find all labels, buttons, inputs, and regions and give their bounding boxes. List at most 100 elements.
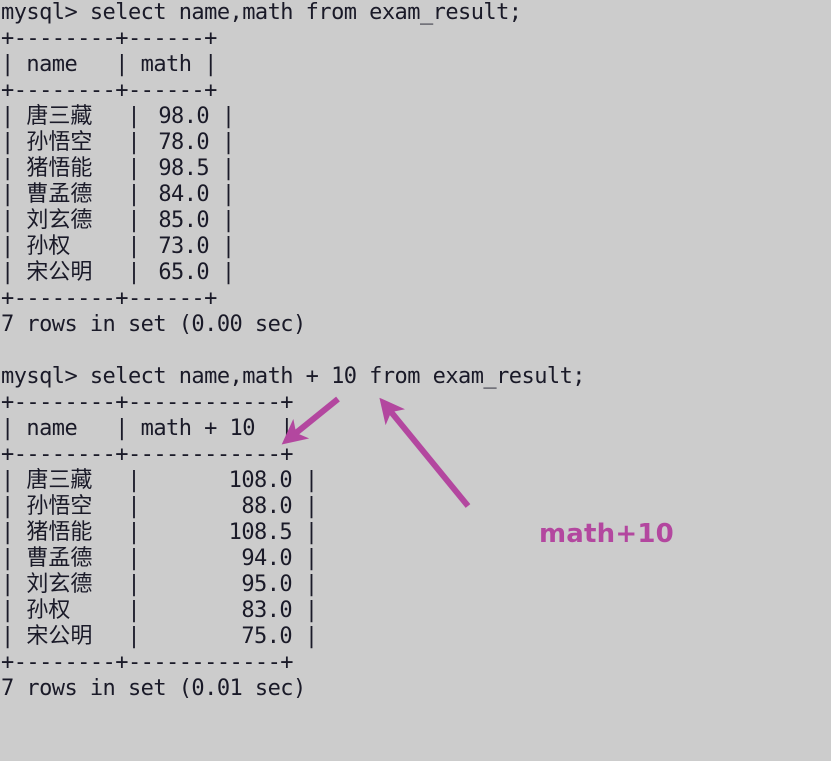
row-border-left: |: [1, 182, 14, 207]
cell-name: 宋公明: [26, 260, 93, 285]
cell-value: 95.0: [241, 572, 293, 597]
row-pad: [209, 234, 222, 260]
row-pad: [14, 624, 27, 650]
row-border-left: |: [1, 598, 14, 623]
table-row: | 曹孟德 | 94.0 |: [0, 546, 831, 572]
cell-name: 唐三藏: [26, 468, 93, 493]
table-separator-mid: +--------+------+: [1, 78, 217, 103]
cell-value: 83.0: [241, 598, 293, 623]
row-pad: [14, 182, 27, 208]
row-border-right: |: [221, 104, 235, 129]
row-border-right: |: [221, 182, 235, 207]
row-border-mid: |: [127, 104, 141, 129]
table-row: | 宋公明 | 75.0 |: [0, 624, 831, 650]
row-border-mid: |: [127, 260, 141, 285]
cell-value: 78.0: [158, 130, 210, 155]
terminal-output: mysql> select name,math from exam_result…: [0, 0, 831, 761]
cell-name: 孙悟空: [26, 130, 93, 155]
row-pad: [292, 468, 305, 494]
row-border-mid: |: [127, 130, 141, 155]
row-border-right: |: [221, 156, 235, 181]
row-pad: [209, 182, 222, 208]
row-pad: [209, 130, 222, 156]
row-border-left: |: [1, 520, 14, 545]
cell-name: 曹孟德: [26, 182, 93, 207]
row-border-mid: |: [127, 468, 141, 493]
row-border-mid: |: [127, 208, 141, 233]
row-border-left: |: [1, 260, 14, 285]
row-pad: [14, 234, 27, 260]
table-separator-top: +--------+------+: [1, 26, 217, 51]
cell-value: 84.0: [158, 182, 210, 207]
row-border-mid: |: [127, 494, 141, 519]
cell-value: 98.5: [158, 156, 210, 181]
row-border-left: |: [1, 546, 14, 571]
table-row: | 刘玄德 | 95.0 |: [0, 572, 831, 598]
row-border-right: |: [304, 494, 318, 519]
row-pad: [14, 208, 27, 234]
cell-value: 85.0: [158, 208, 210, 233]
cell-value: 73.0: [158, 234, 210, 259]
result-status-line: 7 rows in set (0.00 sec): [1, 312, 306, 337]
cell-value: 108.5: [228, 520, 293, 545]
table-row: | 孙悟空 | 78.0 |: [0, 130, 831, 156]
row-border-left: |: [1, 156, 14, 181]
table-header-row: | name | math |: [1, 52, 217, 77]
result-status-line: 7 rows in set (0.01 sec): [1, 676, 306, 701]
cell-name: 宋公明: [26, 624, 93, 649]
table-row: | 刘玄德 | 85.0 |: [0, 208, 831, 234]
row-border-right: |: [304, 520, 318, 545]
row-border-right: |: [221, 234, 235, 259]
row-pad: [292, 546, 305, 572]
row-pad: [292, 494, 305, 520]
cell-value: 98.0: [158, 104, 210, 129]
table-separator-top: +--------+------------+: [1, 390, 294, 415]
cell-name: 唐三藏: [26, 104, 93, 129]
table-header-row: | name | math + 10 |: [1, 416, 294, 441]
row-pad: [14, 468, 27, 494]
row-pad: [14, 104, 27, 130]
row-border-left: |: [1, 208, 14, 233]
row-pad: [292, 624, 305, 650]
row-border-right: |: [221, 260, 235, 285]
row-border-left: |: [1, 624, 14, 649]
cell-value: 65.0: [158, 260, 210, 285]
annotation-label-math-plus-10: math+10: [539, 519, 674, 549]
table-row: | 唐三藏 | 108.0 |: [0, 468, 831, 494]
row-border-mid: |: [127, 624, 141, 649]
row-pad: [209, 104, 222, 130]
table-separator-bottom: +--------+------+: [1, 286, 217, 311]
row-border-left: |: [1, 234, 14, 259]
row-border-right: |: [304, 624, 318, 649]
table-row: | 猪悟能 | 98.5 |: [0, 156, 831, 182]
row-pad: [14, 520, 27, 546]
cell-name: 刘玄德: [26, 208, 93, 233]
row-pad: [14, 494, 27, 520]
row-border-right: |: [304, 468, 318, 493]
cell-value: 75.0: [241, 624, 293, 649]
table-row: | 孙权 | 83.0 |: [0, 598, 831, 624]
row-border-mid: |: [127, 156, 141, 181]
table-separator-bottom: +--------+------------+: [1, 650, 294, 675]
row-border-right: |: [221, 130, 235, 155]
query-line: mysql> select name,math from exam_result…: [1, 0, 522, 25]
row-border-left: |: [1, 572, 14, 597]
row-pad: [14, 130, 27, 156]
row-pad: [292, 598, 305, 624]
table-row: | 曹孟德 | 84.0 |: [0, 182, 831, 208]
row-border-mid: |: [127, 598, 141, 623]
cell-name: 刘玄德: [26, 572, 93, 597]
row-pad: [209, 260, 222, 286]
row-border-mid: |: [127, 234, 141, 259]
table-separator-mid: +--------+------------+: [1, 442, 294, 467]
cell-name: 孙悟空: [26, 494, 93, 519]
row-pad: [209, 156, 222, 182]
cell-value: 94.0: [241, 546, 293, 571]
row-pad: [14, 260, 27, 286]
cell-name: 曹孟德: [26, 546, 93, 571]
cell-value: 108.0: [228, 468, 293, 493]
row-border-right: |: [304, 572, 318, 597]
row-pad: [292, 572, 305, 598]
row-border-left: |: [1, 468, 14, 493]
table-row: | 猪悟能 | 108.5 |: [0, 520, 831, 546]
